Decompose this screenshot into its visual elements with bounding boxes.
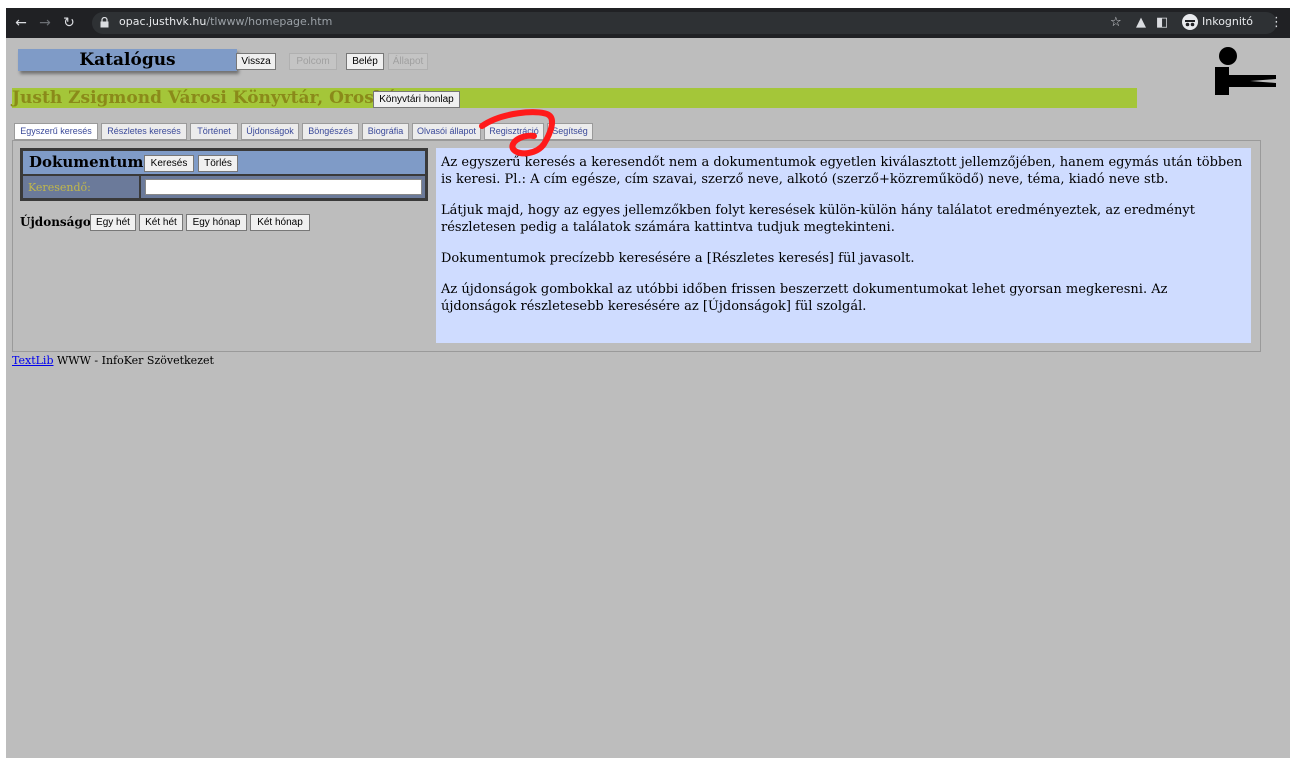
help-paragraph: Az újdonságok gombokkal az utóbbi időben… bbox=[441, 282, 1168, 314]
search-field-label: Keresendő: bbox=[28, 181, 91, 194]
tab-help[interactable]: Segítség bbox=[547, 123, 593, 140]
help-paragraph: Az egyszerű keresés a keresendőt nem a d… bbox=[441, 155, 1243, 187]
incognito-icon bbox=[1182, 14, 1198, 30]
tab-news[interactable]: Újdonságok bbox=[241, 123, 299, 140]
side-panel-icon[interactable]: ◧ bbox=[1156, 12, 1168, 34]
one-month-button[interactable]: Egy hónap bbox=[186, 214, 247, 231]
one-week-button[interactable]: Egy hét bbox=[90, 214, 136, 231]
url-path: /tlwww/homepage.htm bbox=[206, 15, 333, 28]
library-banner: Justh Zsigmond Városi Könyvtár, Orosháza… bbox=[12, 88, 1137, 108]
incognito-label[interactable]: Inkognitó bbox=[1202, 15, 1253, 28]
search-box: Dokumentumok Keresés Törlés Keresendő: bbox=[20, 148, 428, 201]
forward-arrow-icon[interactable]: → bbox=[36, 14, 54, 32]
footer: TextLib WWW - InfoKer Szövetkezet bbox=[12, 354, 214, 367]
library-homepage-button[interactable]: Könyvtári honlap bbox=[373, 91, 460, 108]
url-host: opac.justhvk.hu/tlwww/homepage.htm bbox=[119, 15, 333, 28]
footer-text: WWW - InfoKer Szövetkezet bbox=[53, 354, 214, 367]
library-name: Justh Zsigmond Városi Könyvtár, Orosháza bbox=[12, 88, 418, 108]
browser-toolbar: ← → ↻ opac.justhvk.hu/tlwww/homepage.htm… bbox=[6, 8, 1290, 38]
flask-icon[interactable]: ▲ bbox=[1136, 12, 1146, 34]
search-button[interactable]: Keresés bbox=[144, 155, 194, 172]
help-paragraph: Dokumentumok precízebb keresésére a [Rés… bbox=[441, 251, 915, 266]
tab-reader-status[interactable]: Olvasói állapot bbox=[412, 123, 481, 140]
clear-button[interactable]: Törlés bbox=[198, 155, 238, 172]
help-text-box: Az egyszerű keresés a keresendőt nem a d… bbox=[436, 148, 1251, 343]
back-arrow-icon[interactable]: ← bbox=[12, 14, 30, 32]
menu-kebab-icon[interactable]: ⋮ bbox=[1270, 12, 1283, 34]
reload-icon[interactable]: ↻ bbox=[60, 14, 78, 32]
ik-logo bbox=[1215, 47, 1276, 95]
tab-detailed-search[interactable]: Részletes keresés bbox=[101, 123, 187, 140]
textlib-link[interactable]: TextLib bbox=[12, 354, 53, 367]
shelf-button[interactable]: Polcom bbox=[289, 53, 337, 70]
status-button[interactable]: Állapot bbox=[388, 53, 428, 70]
tab-browse[interactable]: Böngészés bbox=[302, 123, 359, 140]
search-input[interactable] bbox=[145, 179, 422, 195]
tab-registration[interactable]: Regisztráció bbox=[484, 123, 544, 140]
tab-history[interactable]: Történet bbox=[190, 123, 238, 140]
lock-icon bbox=[100, 17, 109, 28]
search-row: Keresendő: bbox=[23, 174, 425, 198]
tab-biography[interactable]: Biográfia bbox=[362, 123, 409, 140]
back-button[interactable]: Vissza bbox=[236, 53, 276, 70]
help-paragraph: Látjuk majd, hogy az egyes jellemzőkben … bbox=[441, 203, 1195, 235]
address-bar[interactable]: opac.justhvk.hu/tlwww/homepage.htm ☆ bbox=[92, 12, 1277, 34]
catalog-title: Katalógus bbox=[18, 49, 237, 71]
page-content: Katalógus Vissza Polcom Belép Állapot Ju… bbox=[6, 38, 1290, 758]
two-months-button[interactable]: Két hónap bbox=[250, 214, 310, 231]
divider bbox=[139, 176, 141, 198]
login-button[interactable]: Belép bbox=[346, 53, 384, 70]
star-icon[interactable]: ☆ bbox=[1110, 12, 1122, 34]
tab-simple-search[interactable]: Egyszerű keresés bbox=[14, 123, 98, 140]
two-weeks-button[interactable]: Két hét bbox=[139, 214, 183, 231]
